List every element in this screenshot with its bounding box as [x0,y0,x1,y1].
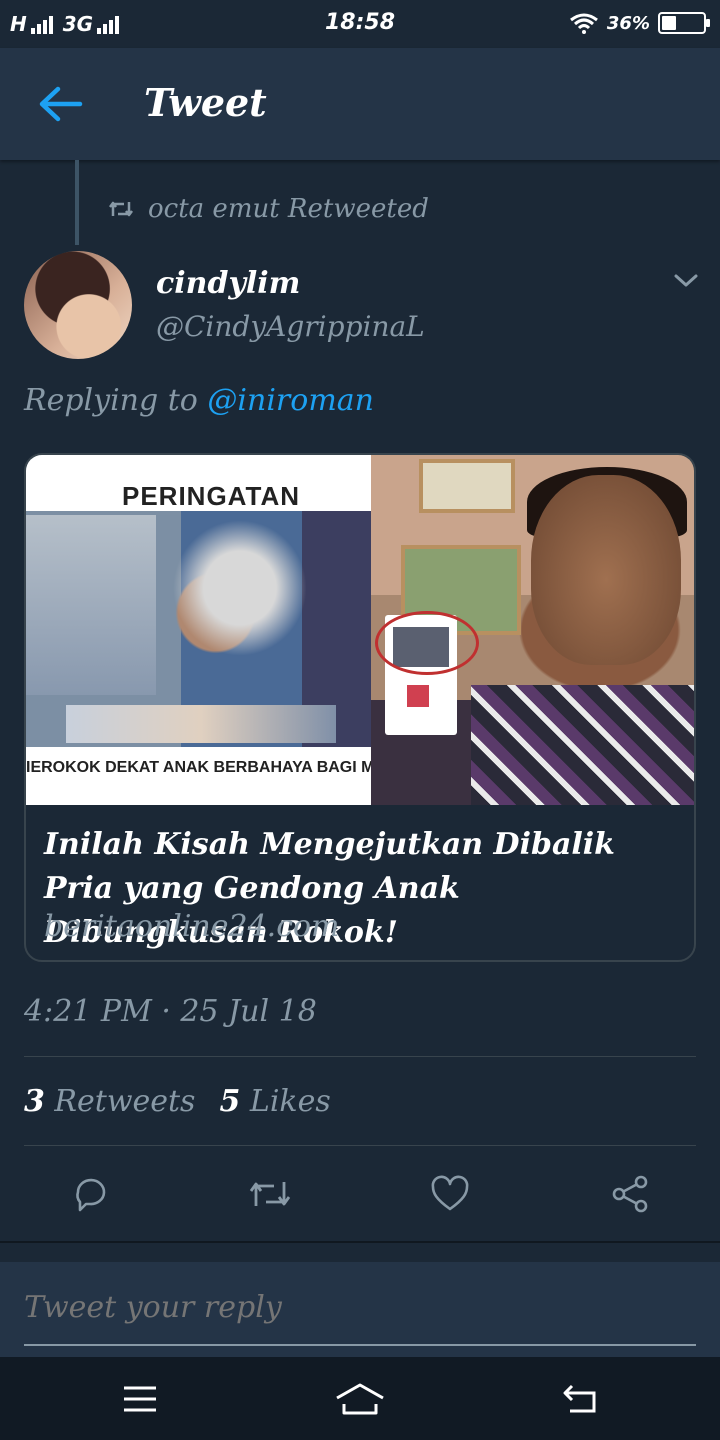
wifi-icon [569,13,598,34]
avatar[interactable] [24,251,132,359]
reply-button[interactable] [68,1170,112,1218]
reply-icon [76,1178,106,1212]
menu-button[interactable] [110,1377,170,1421]
image-detail [407,685,429,707]
replying-mention-link[interactable]: @iniroman [207,383,374,418]
app-header: Tweet [0,48,720,160]
home-button[interactable] [330,1377,390,1421]
author-name[interactable]: cindylim [156,266,300,301]
battery-percent: 36% [606,12,650,34]
system-nav-bar [0,1357,720,1440]
card-image: PERINGATAN IEROKOK DEKAT ANAK BERBAHAYA … [26,455,694,805]
retweet-button[interactable] [248,1170,292,1218]
chevron-down-icon [674,274,698,287]
share-button[interactable] [608,1170,652,1218]
home-icon [336,1383,384,1415]
back-icon [563,1384,596,1413]
card-image-left: PERINGATAN IEROKOK DEKAT ANAK BERBAHAYA … [26,455,385,805]
status-bar: H 3G 18:58 36% [0,0,720,48]
likes-label: Likes [249,1084,331,1119]
thread-line [75,160,79,245]
reply-underline [24,1344,696,1346]
retweet-context-label: octa emut Retweeted [148,194,429,224]
card-image-caption-bar: IEROKOK DEKAT ANAK BERBAHAYA BAGI ME [26,747,385,805]
retweets-stat[interactable]: 3 Retweets [24,1084,195,1119]
card-domain: beritaonline24.com [44,909,340,944]
divider [24,1056,696,1057]
retweet-icon [109,201,133,217]
replying-prefix: Replying to [24,383,198,418]
like-icon [431,1175,469,1211]
share-icon [612,1175,648,1213]
image-detail [471,685,694,805]
status-right: 36% [569,12,710,34]
card-image-heading: PERINGATAN [122,481,301,511]
divider [0,1241,720,1243]
image-detail [66,705,336,743]
divider [24,1145,696,1146]
tweet-menu-button[interactable] [672,268,700,292]
retweet-icon [249,1182,291,1206]
arrow-left-icon [39,86,83,122]
card-image-caption: IEROKOK DEKAT ANAK BERBAHAYA BAGI ME [26,759,386,776]
link-card[interactable]: PERINGATAN IEROKOK DEKAT ANAK BERBAHAYA … [24,453,696,962]
tweet-timestamp: 4:21 PM · 25 Jul 18 [24,994,317,1029]
retweets-count: 3 [24,1084,45,1119]
replying-to: Replying to @iniroman [24,383,374,418]
photo-frame [419,459,515,513]
like-button[interactable] [428,1170,472,1218]
retweets-label: Retweets [54,1084,196,1119]
tweet-stats: 3 Retweets 5 Likes [24,1084,331,1119]
page-title: Tweet [144,80,267,125]
card-image-right [371,455,694,805]
battery-icon [658,12,710,34]
back-nav-button[interactable] [550,1377,610,1421]
likes-count: 5 [219,1084,241,1119]
reply-input[interactable] [24,1290,696,1325]
likes-stat[interactable]: 5 Likes [219,1084,330,1119]
back-button[interactable] [36,84,84,124]
author-handle[interactable]: @CindyAgrippinaL [156,310,425,343]
tweet-actions [0,1170,720,1222]
retweet-context[interactable]: octa emut Retweeted [108,194,429,224]
highlight-circle [375,611,479,675]
blurred-region [26,515,156,695]
menu-icon [124,1386,156,1412]
image-detail [531,475,681,665]
